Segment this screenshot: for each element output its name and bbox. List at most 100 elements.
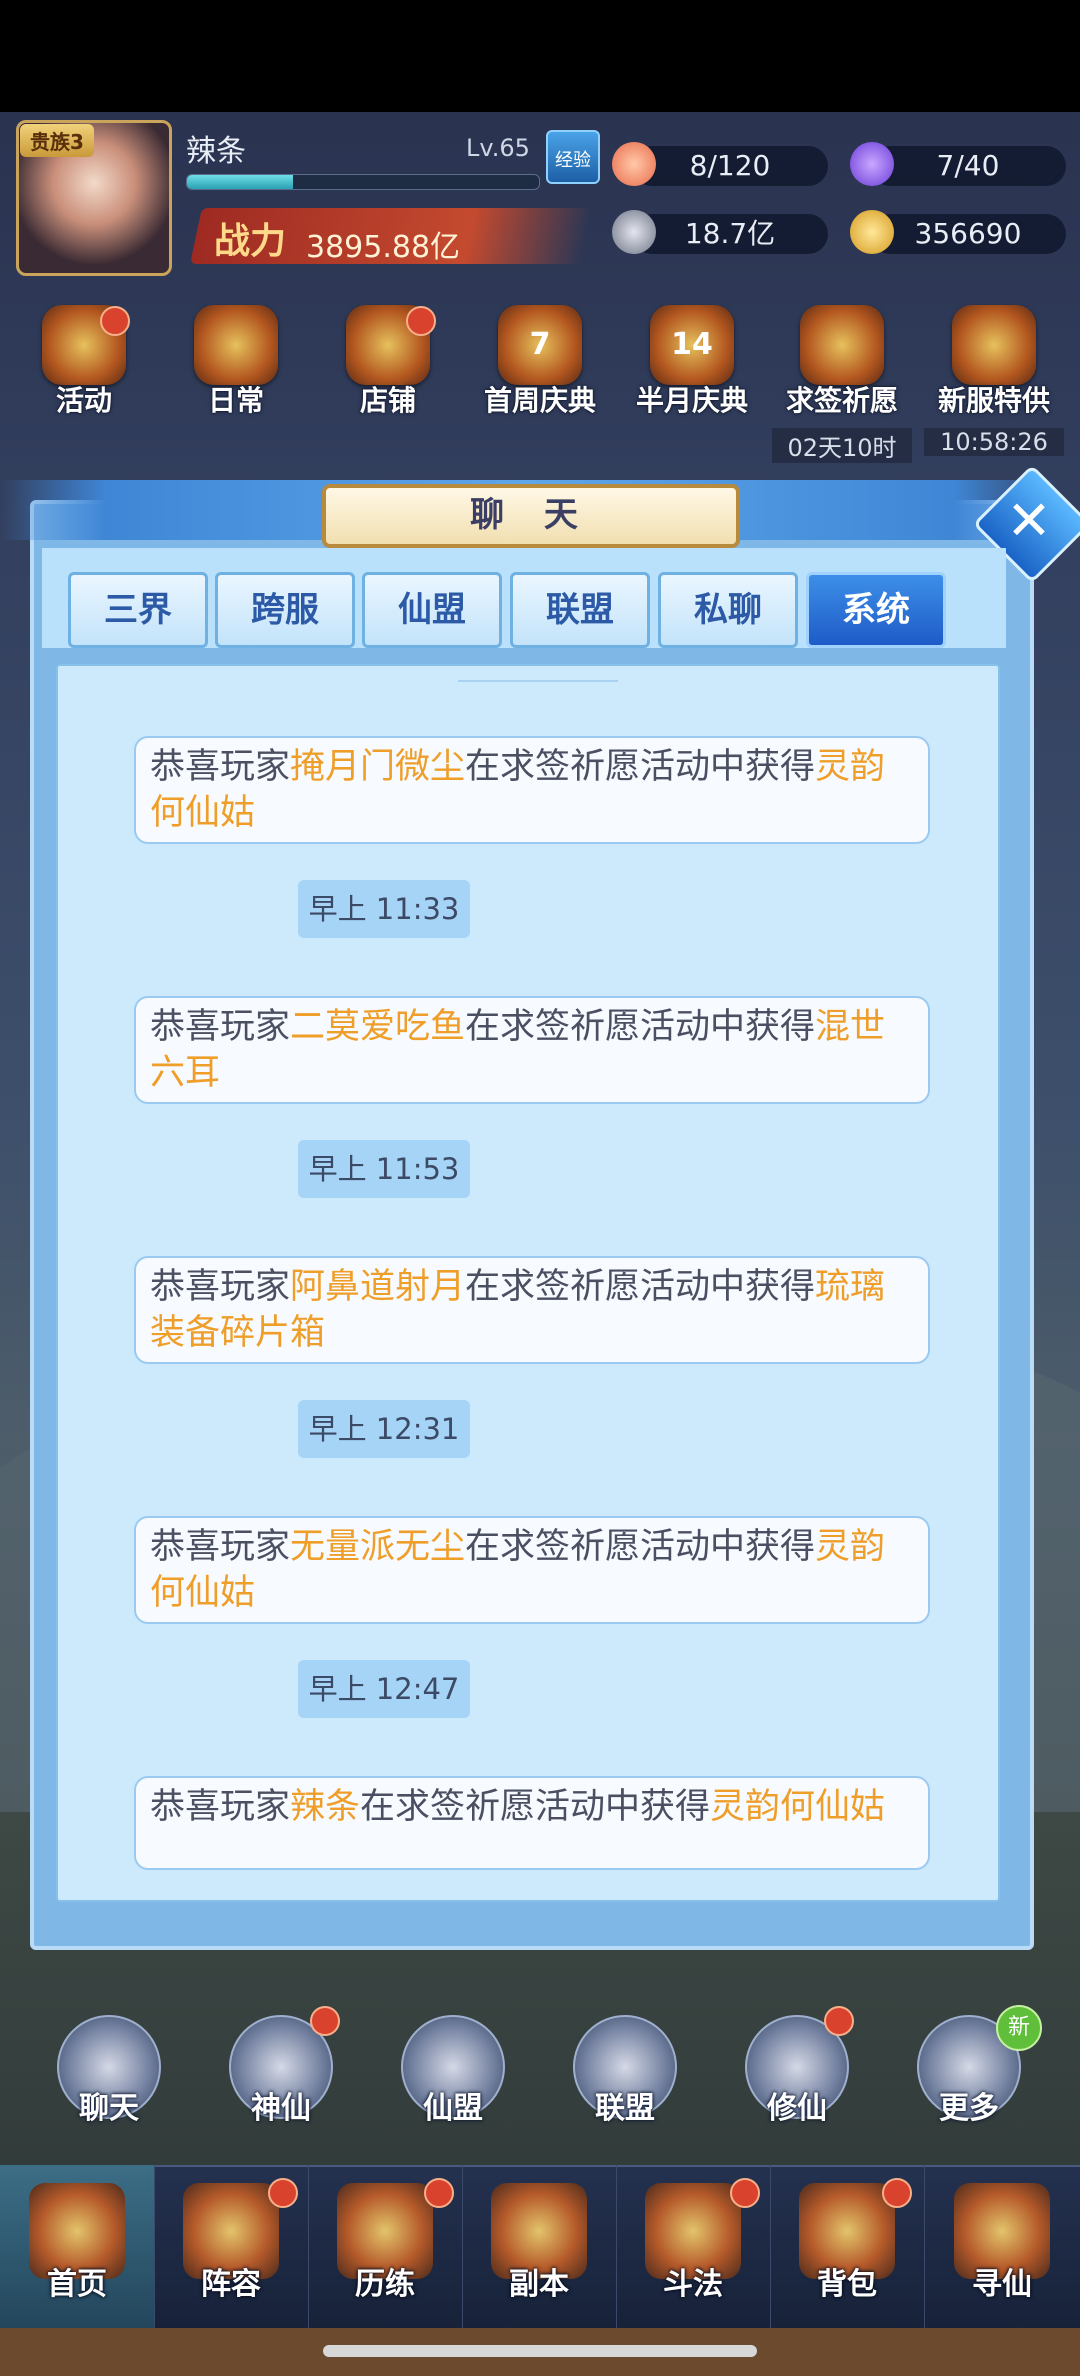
nav-label: 历练 xyxy=(355,2267,415,2302)
coin-counter[interactable]: 18.7亿 xyxy=(632,214,828,254)
swirl-icon xyxy=(850,142,894,186)
player-name: 辣条 xyxy=(186,134,246,169)
message-prefix: 恭喜玩家 xyxy=(150,1787,291,1827)
notification-dot xyxy=(730,2178,760,2208)
message-item[interactable]: 灵韵何仙姑 xyxy=(710,1787,885,1827)
notification-dot xyxy=(268,2178,298,2208)
stamina-counter[interactable]: 8/120 xyxy=(632,146,828,186)
feature-label: 求签祈愿 xyxy=(785,384,898,417)
notification-dot xyxy=(824,2006,854,2036)
feature-label: 活动 xyxy=(55,384,112,417)
list-top-divider xyxy=(458,680,618,682)
exp-bar-fill xyxy=(187,175,293,189)
nav-explore[interactable]: 寻仙 xyxy=(924,2165,1080,2328)
system-message: 恭喜玩家掩月门微尘在求签祈愿活动中获得灵韵何仙姑 xyxy=(134,736,930,844)
fortune-stick-icon xyxy=(800,305,884,385)
system-message: 恭喜玩家阿鼻道射月在求签祈愿活动中获得琉璃装备碎片箱 xyxy=(134,1256,930,1364)
message-timestamp: 早上 12:31 xyxy=(298,1400,470,1458)
notification-dot xyxy=(100,306,130,336)
nav-label: 寻仙 xyxy=(972,2267,1032,2302)
nav-home[interactable]: 首页 xyxy=(0,2165,155,2328)
message-player[interactable]: 辣条 xyxy=(290,1787,360,1827)
notification-dot xyxy=(406,306,436,336)
tab-guild[interactable]: 仙盟 xyxy=(362,572,502,648)
feature-first-week[interactable]: 7 首周庆典 xyxy=(480,305,600,417)
message-text: 在求签祈愿活动中获得 xyxy=(465,1527,816,1567)
celebration-day: 14 xyxy=(671,327,713,362)
message-player[interactable]: 二莫爱吃鱼 xyxy=(290,1007,465,1047)
tab-cross-server[interactable]: 跨服 xyxy=(215,572,355,648)
tab-system[interactable]: 系统 xyxy=(806,572,946,648)
feature-half-month[interactable]: 14 半月庆典 xyxy=(632,305,752,417)
mid-icon-label: 修仙 xyxy=(767,2091,827,2126)
message-prefix: 恭喜玩家 xyxy=(150,1527,291,1567)
notification-dot xyxy=(310,2006,340,2036)
mid-icon-label: 更多 xyxy=(939,2091,999,2126)
power-label: 战力 xyxy=(214,221,287,262)
celebration-icon: 14 xyxy=(650,305,734,385)
power-value: 3895.88亿 xyxy=(306,230,461,265)
message-prefix: 恭喜玩家 xyxy=(150,1007,291,1047)
feature-new-server[interactable]: 新服特供 xyxy=(934,305,1054,417)
message-player[interactable]: 阿鼻道射月 xyxy=(290,1267,465,1307)
new-badge: 新 xyxy=(996,2005,1042,2051)
guild-button[interactable]: 仙盟 xyxy=(398,2015,508,2126)
feature-label: 日常 xyxy=(207,384,264,417)
feature-label: 首周庆典 xyxy=(483,384,596,417)
message-text: 在求签祈愿活动中获得 xyxy=(465,1267,816,1307)
message-prefix: 恭喜玩家 xyxy=(150,747,291,787)
tab-private[interactable]: 私聊 xyxy=(658,572,798,648)
message-text: 在求签祈愿活动中获得 xyxy=(465,1007,816,1047)
feature-label: 新服特供 xyxy=(937,384,1050,417)
message-text: 在求签祈愿活动中获得 xyxy=(465,747,816,787)
feature-wish[interactable]: 求签祈愿 xyxy=(782,305,902,417)
chat-message-list[interactable]: 恭喜玩家掩月门微尘在求签祈愿活动中获得灵韵何仙姑 早上 11:33 恭喜玩家二莫… xyxy=(56,664,1000,1902)
message-timestamp: 早上 12:47 xyxy=(298,1660,470,1718)
message-player[interactable]: 无量派无尘 xyxy=(290,1527,465,1567)
nav-label: 首页 xyxy=(47,2267,107,2302)
message-prefix: 恭喜玩家 xyxy=(150,1267,291,1307)
copper-coin-icon xyxy=(612,210,656,254)
player-level: Lv.65 xyxy=(466,134,530,162)
alliance-button[interactable]: 联盟 xyxy=(570,2015,680,2126)
chat-button[interactable]: 聊天 xyxy=(54,2015,164,2126)
gold-counter[interactable]: 356690 xyxy=(870,214,1066,254)
feature-label: 店铺 xyxy=(359,384,416,417)
message-timestamp: 早上 11:53 xyxy=(298,1140,470,1198)
celebration-icon: 7 xyxy=(498,305,582,385)
mid-icon-label: 仙盟 xyxy=(423,2091,483,2126)
exp-button[interactable]: 经验 xyxy=(546,130,600,184)
message-player[interactable]: 掩月门微尘 xyxy=(290,747,465,787)
mid-icon-label: 神仙 xyxy=(251,2091,311,2126)
notification-dot xyxy=(882,2178,912,2208)
gift-icon xyxy=(952,305,1036,385)
status-bar xyxy=(0,0,1080,112)
message-text: 在求签祈愿活动中获得 xyxy=(360,1787,711,1827)
tab-world[interactable]: 三界 xyxy=(68,572,208,648)
system-message: 恭喜玩家无量派无尘在求签祈愿活动中获得灵韵何仙姑 xyxy=(134,1516,930,1624)
system-message: 恭喜玩家二莫爱吃鱼在求签祈愿活动中获得混世六耳 xyxy=(134,996,930,1104)
home-indicator[interactable] xyxy=(323,2345,757,2357)
exp-bar xyxy=(186,174,540,190)
nav-label: 副本 xyxy=(509,2267,569,2302)
spirit-counter[interactable]: 7/40 xyxy=(870,146,1066,186)
scroll-icon xyxy=(194,305,278,385)
nav-label: 背包 xyxy=(817,2267,877,2302)
new-server-timer: 10:58:26 xyxy=(924,428,1064,456)
peach-icon xyxy=(612,142,656,186)
feature-daily[interactable]: 日常 xyxy=(176,305,296,417)
feature-label: 半月庆典 xyxy=(635,384,748,417)
mid-icon-label: 联盟 xyxy=(595,2091,655,2126)
rank-badge: 贵族3 xyxy=(20,124,94,157)
gold-ingot-icon xyxy=(850,210,894,254)
chat-title: 聊 天 xyxy=(322,484,740,548)
wish-timer: 02天10时 xyxy=(772,428,912,463)
nav-dungeon[interactable]: 副本 xyxy=(462,2165,617,2328)
celebration-day: 7 xyxy=(529,327,551,362)
tab-alliance[interactable]: 联盟 xyxy=(510,572,650,648)
notification-dot xyxy=(424,2178,454,2208)
system-message: 恭喜玩家辣条在求签祈愿活动中获得灵韵何仙姑 xyxy=(134,1776,930,1870)
nav-label: 阵容 xyxy=(201,2267,261,2302)
nav-label: 斗法 xyxy=(663,2267,723,2302)
message-timestamp: 早上 11:33 xyxy=(298,880,470,938)
